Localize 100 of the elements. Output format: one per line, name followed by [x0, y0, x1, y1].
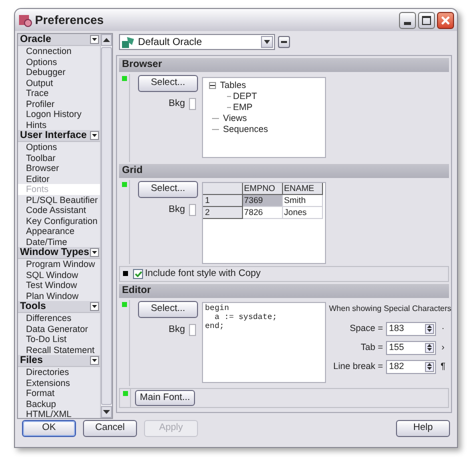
sidebar-item[interactable]: Extensions — [18, 378, 100, 388]
spinner-icon[interactable] — [425, 362, 434, 372]
bkg-label: Bkg — [168, 97, 185, 111]
sidebar-item[interactable]: To-Do List — [18, 334, 100, 344]
field-label: Line break = — [333, 360, 383, 373]
group-toggle-button[interactable] — [90, 248, 99, 257]
select-button[interactable]: Select... — [138, 301, 198, 318]
color-swatch[interactable] — [189, 324, 196, 336]
caret-icon — [92, 359, 97, 362]
sidebar-item[interactable]: Appearance — [18, 226, 100, 236]
table-cell[interactable]: Smith — [283, 195, 323, 207]
sidebar-item[interactable]: Debugger — [18, 67, 100, 78]
sidebar-item[interactable]: Backup — [18, 398, 100, 409]
sidebar-item[interactable]: Date/Time — [18, 236, 100, 247]
number-field[interactable]: 155 — [386, 340, 436, 354]
sidebar-item[interactable]: SQL Window — [18, 270, 100, 280]
sidebar-item[interactable]: Recall Statement — [18, 344, 100, 355]
column-header[interactable]: EMPNO — [243, 183, 283, 195]
group-header[interactable]: Oracle — [18, 34, 100, 46]
section-header: Browser — [119, 58, 449, 72]
main-font-button[interactable]: Main Font... — [135, 390, 195, 406]
number-field[interactable]: 182 — [386, 360, 436, 374]
sidebar-item[interactable]: Key Configuration — [18, 216, 100, 226]
sidebar-item[interactable]: Trace — [18, 88, 100, 98]
color-swatch[interactable] — [189, 98, 196, 110]
dialog-button[interactable]: Cancel — [83, 420, 137, 436]
group-header[interactable]: Window Types — [18, 247, 100, 259]
sidebar-item[interactable]: Options — [18, 56, 100, 67]
field-label: Tab = — [360, 340, 383, 354]
close-button[interactable] — [437, 12, 454, 28]
sidebar-item[interactable]: HTML/XML — [18, 409, 100, 420]
sidebar-item[interactable]: Hints — [18, 120, 100, 130]
sidebar-item[interactable]: PL/SQL Beautifier — [18, 194, 100, 205]
group-header[interactable]: User Interface — [18, 130, 100, 142]
sidebar-item[interactable]: Profiler — [18, 98, 100, 109]
group-header[interactable]: Files — [18, 355, 100, 367]
row-header[interactable]: 1 — [203, 195, 243, 207]
sidebar-item[interactable]: Plan Window — [18, 290, 100, 301]
sidebar-item[interactable]: Program Window — [18, 259, 100, 270]
window-title: Preferences — [35, 12, 104, 29]
sidebar-item[interactable]: Toolbar — [18, 152, 100, 163]
table-cell[interactable]: 7826 — [243, 207, 283, 219]
dialog-button: Apply — [144, 420, 198, 436]
checkbox-label[interactable]: Include font style with Copy — [145, 266, 261, 282]
sidebar-item[interactable]: Test Window — [18, 280, 100, 290]
sidebar-item[interactable]: Options — [18, 142, 100, 152]
bkg-label: Bkg — [168, 323, 185, 337]
dialog-button[interactable]: OK — [22, 420, 76, 436]
sidebar-item[interactable]: Logon History — [18, 109, 100, 120]
select-button[interactable]: Select... — [138, 75, 198, 92]
table-cell[interactable]: 7369 — [243, 195, 283, 207]
caret-icon — [92, 251, 97, 254]
group-toggle-button[interactable] — [90, 131, 99, 140]
collapse-toggle[interactable] — [209, 82, 216, 89]
sidebar-item[interactable]: Browser — [18, 163, 100, 174]
table-cell[interactable]: Jones — [283, 207, 323, 219]
maximize-button[interactable] — [418, 12, 435, 28]
spinner-icon[interactable] — [425, 324, 434, 334]
caret-icon — [264, 40, 270, 44]
minimize-button[interactable] — [399, 12, 416, 28]
group-header[interactable]: Tools — [18, 301, 100, 313]
tree-item[interactable]: Tables — [220, 78, 246, 92]
grid-corner — [203, 183, 243, 195]
group-toggle-button[interactable] — [90, 302, 99, 311]
sidebar-item[interactable]: Directories — [18, 367, 100, 378]
tree-item[interactable]: Views — [223, 112, 247, 126]
tree-item[interactable]: Sequences — [223, 122, 268, 136]
spinner-icon[interactable] — [425, 342, 434, 352]
connection-dropdown[interactable]: Default Oracle — [119, 34, 275, 50]
group-title: Window Types — [20, 246, 90, 258]
group-toggle-button[interactable] — [90, 35, 99, 44]
scroll-up-icon — [103, 38, 110, 42]
column-header[interactable]: ENAME — [283, 183, 323, 195]
tree-item[interactable]: EMP — [233, 100, 253, 114]
sidebar-item[interactable]: Code Assistant — [18, 205, 100, 216]
sidebar-item[interactable]: Data Generator — [18, 324, 100, 334]
group-title: Tools — [20, 300, 47, 312]
caret-icon — [92, 134, 97, 137]
sidebar-item[interactable]: Differences — [18, 313, 100, 324]
row-header[interactable]: 2 — [203, 207, 243, 219]
group-title: Oracle — [20, 34, 52, 46]
checkbox[interactable] — [133, 269, 143, 279]
special-glyph: ¶ — [440, 360, 446, 373]
group-toggle-button[interactable] — [90, 356, 99, 365]
number-field[interactable]: 183 — [386, 322, 436, 336]
help-button[interactable]: Help — [396, 420, 450, 436]
app-icon — [18, 13, 32, 27]
sidebar-item[interactable]: Output — [18, 78, 100, 88]
section-header: Editor — [119, 284, 449, 298]
tree-item[interactable]: DEPT — [233, 90, 258, 104]
color-swatch[interactable] — [189, 204, 196, 216]
code-line: end; — [205, 322, 226, 331]
select-button[interactable]: Select... — [138, 181, 198, 198]
sidebar-item[interactable]: Editor — [18, 174, 100, 184]
special-glyph: › — [440, 340, 446, 354]
ellipsis-button[interactable] — [278, 36, 290, 48]
sidebar-item[interactable]: Connection — [18, 46, 100, 56]
dropdown-value: Default Oracle — [138, 36, 203, 50]
sidebar-item[interactable]: Format — [18, 388, 100, 398]
maximize-icon — [422, 16, 431, 24]
